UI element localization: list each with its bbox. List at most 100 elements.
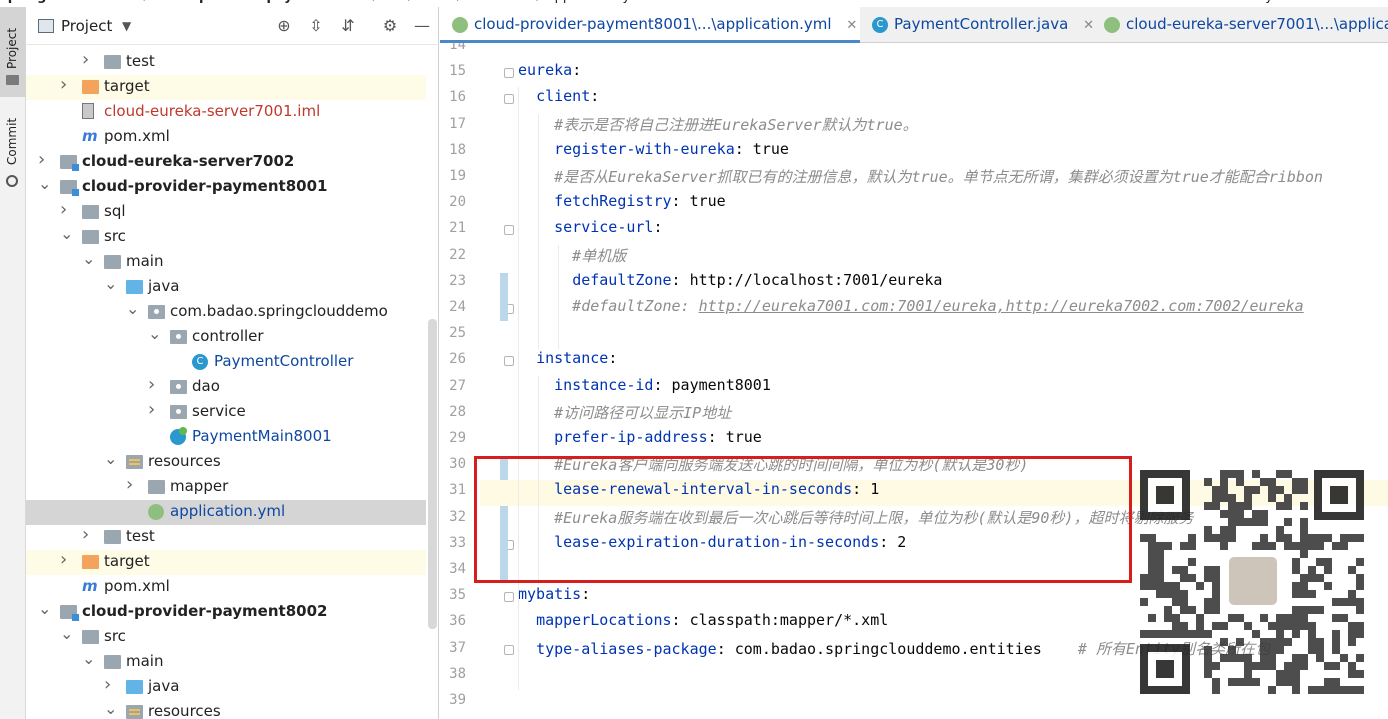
chevron-down-icon[interactable]: ▼ [122,19,131,33]
tree-row[interactable]: › dao [26,374,426,400]
code-line[interactable]: #是否从EurekaServer抓取已有的注册信息，默认为true。单节点无所谓… [518,166,1323,192]
chevron-down-icon[interactable]: ⌄ [82,249,95,268]
chevron-down-icon[interactable]: ⌄ [104,449,117,468]
module-folder-icon [60,155,79,171]
chevron-right-icon[interactable]: › [148,399,160,420]
run-configuration[interactable]: PaymentMain8002 [1250,0,1371,4]
chevron-down-icon[interactable]: ⌄ [104,699,117,718]
code-line[interactable]: #表示是否将自己注册进EurekaServer默认为true。 [518,114,918,140]
tree-row[interactable]: ⌄ controller [26,324,426,350]
code-line[interactable]: mybatis: [518,585,590,611]
chevron-right-icon[interactable]: › [82,524,94,545]
tree-row[interactable]: application.yml [26,500,426,525]
collapse-all-icon[interactable]: ⇵ [338,16,358,36]
code-line[interactable]: #单机版 [518,245,626,271]
code-line[interactable]: eureka: [518,61,581,87]
tree-row[interactable]: › cloud-eureka-server7002 [26,149,426,175]
tree-row[interactable]: ⌄ cloud-provider-payment8001 [26,174,426,200]
fold-icon[interactable] [504,592,514,603]
tree-row[interactable]: › java [26,674,426,700]
project-tool-tab[interactable]: Project [0,7,26,97]
minimize-icon[interactable]: — [412,16,432,36]
chevron-right-icon[interactable]: › [104,674,116,695]
code-line[interactable]: mapperLocations: classpath:mapper/*.xml [518,611,888,637]
tree-row[interactable]: ⌄ main [26,249,426,275]
breadcrumb-item[interactable]: src [383,0,402,4]
class-icon: C [192,354,208,370]
tree-row[interactable]: ⌄ main [26,649,426,675]
code-line[interactable]: fetchRegistry: true [518,192,726,218]
fold-icon[interactable] [504,94,514,105]
tree-row[interactable]: › service [26,399,426,425]
breadcrumb-item[interactable]: resources [467,0,530,4]
chevron-down-icon[interactable]: ⌄ [38,174,51,193]
chevron-right-icon[interactable]: › [148,374,160,395]
tree-row[interactable]: ⌄ cloud-provider-payment8002 [26,599,426,625]
code-line[interactable]: service-url: [518,218,662,244]
fold-icon[interactable] [504,225,514,236]
tree-row[interactable]: ⌄ java [26,274,426,300]
project-scrollbar[interactable] [428,319,437,629]
breadcrumb-item[interactable]: cloud-provider-payment8001 [154,0,367,4]
line-number: 37 [449,639,466,656]
chevron-down-icon[interactable]: ⌄ [82,649,95,668]
qr-module [1292,686,1300,694]
tree-row[interactable]: ⌄ resources [26,449,426,475]
chevron-right-icon[interactable]: › [60,74,72,95]
tree-row[interactable]: C PaymentController [26,350,426,375]
tree-row[interactable]: ⌄ src [26,224,426,250]
breadcrumb-item[interactable]: main [418,0,450,4]
tree-row[interactable]: m pom.xml [26,575,426,600]
code-line[interactable]: register-with-eureka: true [518,140,789,166]
chevron-down-icon[interactable]: ⌄ [126,299,139,318]
fold-icon[interactable] [504,356,514,367]
qr-module [1348,534,1356,542]
tree-row[interactable]: ⌄ resources [26,699,426,719]
qr-module [1276,670,1284,678]
tree-row[interactable]: › target [26,74,426,100]
chevron-right-icon[interactable]: › [126,474,138,495]
chevron-down-icon[interactable]: ⌄ [148,324,161,343]
tab-payment-controller[interactable]: C PaymentController.java ✕ [860,7,1094,43]
tree-row[interactable]: m pom.xml [26,125,426,150]
fold-end-icon[interactable] [504,644,514,655]
tree-row[interactable]: › mapper [26,474,426,500]
gear-icon[interactable]: ⚙ [380,16,400,36]
tree-row[interactable]: ⌄ src [26,624,426,650]
tab-application-yml[interactable]: cloud-provider-payment8001\...\applicati… [440,7,860,43]
code-line[interactable]: instance-id: payment8001 [518,376,771,402]
project-view-selector[interactable]: Project [61,17,112,35]
tree-row[interactable]: cloud-eureka-server7001.iml [26,100,426,125]
code-line[interactable]: client: [518,87,599,113]
tree-row[interactable]: › sql [26,199,426,225]
close-icon[interactable]: ✕ [846,18,857,33]
fold-icon[interactable] [504,68,514,79]
code-line[interactable]: instance: [518,349,617,375]
chevron-right-icon[interactable]: › [60,549,72,570]
chevron-down-icon[interactable]: ⌄ [38,599,51,618]
tree-row[interactable]: ⌄ com.badao.springclouddemo [26,299,426,325]
chevron-down-icon[interactable]: ⌄ [104,274,117,293]
code-line[interactable]: defaultZone: http://localhost:7001/eurek… [518,271,942,297]
commit-tool-tab[interactable]: Commit [0,113,26,193]
locate-icon[interactable]: ⊕ [274,16,294,36]
chevron-right-icon[interactable]: › [82,50,94,70]
code-line[interactable]: #访问路径可以显示IP地址 [518,402,731,428]
tree-row[interactable]: PaymentMain8001 [26,425,426,450]
tree-row[interactable]: › test [26,524,426,550]
qr-module [1236,502,1244,510]
breadcrumb-item[interactable]: application.yml [547,0,647,4]
expand-all-icon[interactable]: ⇳ [306,16,326,36]
code-line[interactable]: #defaultZone: http://eureka7001.com:7001… [518,297,1304,323]
tree-row[interactable]: › test [26,50,426,75]
qr-module [1276,486,1284,494]
chevron-down-icon[interactable]: ⌄ [60,624,73,643]
tree-row[interactable]: › target [26,549,426,575]
breadcrumb-item[interactable]: spring-cloud-demo [0,0,138,4]
code-line[interactable]: prefer-ip-address: true [518,428,762,454]
chevron-right-icon[interactable]: › [60,199,72,220]
chevron-down-icon[interactable]: ⌄ [60,224,73,243]
project-view-icon [38,19,54,33]
tab-eureka-application-yml[interactable]: cloud-eureka-server7001\...\applicat [1092,7,1388,43]
chevron-right-icon[interactable]: › [38,149,50,170]
